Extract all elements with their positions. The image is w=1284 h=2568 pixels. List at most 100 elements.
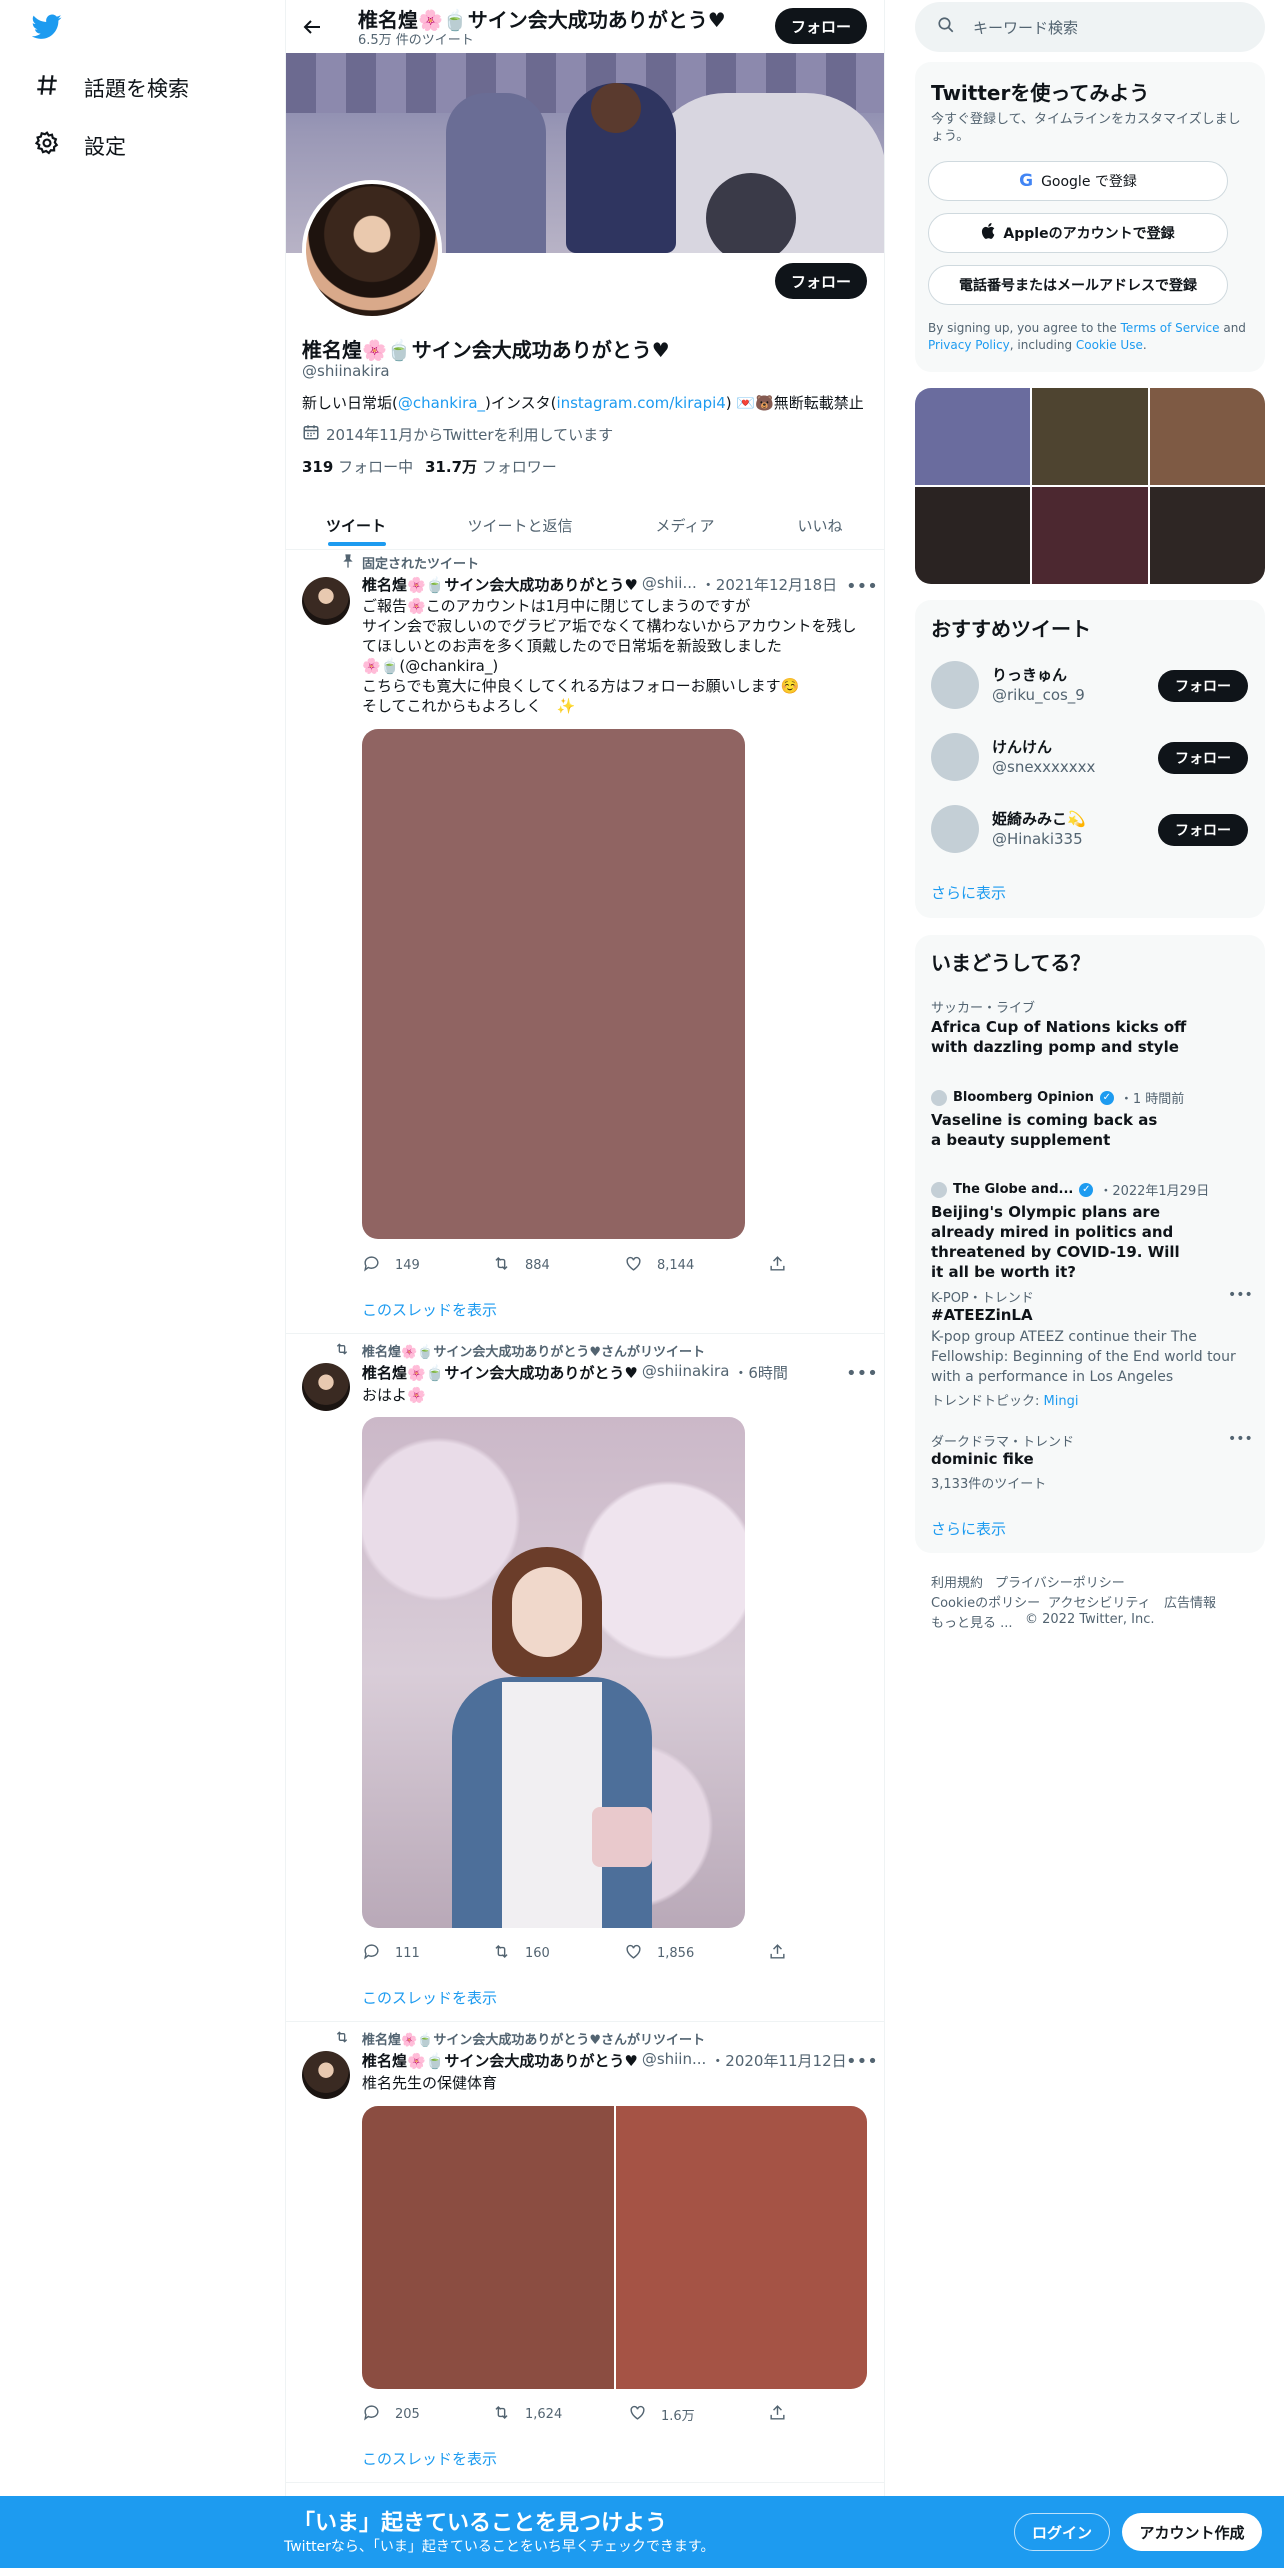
- footer-more[interactable]: もっと見る ...: [931, 1612, 1013, 1631]
- media-thumbnail[interactable]: [1149, 487, 1265, 584]
- tweet-author-handle[interactable]: @shii...: [642, 574, 697, 595]
- reply-button[interactable]: 111: [362, 1942, 420, 1965]
- login-button[interactable]: ログイン: [1014, 2513, 1110, 2551]
- tweet-author-handle[interactable]: @shiinakira: [642, 1362, 730, 1383]
- media-thumbnail[interactable]: [1032, 388, 1148, 485]
- profile-name: 椎名煌🌸🍵サイン会大成功ありがとう♥: [302, 338, 670, 362]
- header-follow-button[interactable]: フォロー: [775, 8, 867, 44]
- recommend-user-name[interactable]: りっきゅん: [992, 664, 1067, 685]
- profile-follow-button[interactable]: フォロー: [775, 263, 867, 299]
- trend-title[interactable]: Beijing's Olympic plans are already mire…: [931, 1202, 1181, 1282]
- footer-accessibility[interactable]: アクセシビリティ: [1048, 1592, 1151, 1611]
- footer-privacy[interactable]: プライバシーポリシー: [995, 1572, 1125, 1591]
- phone-email-signup-button[interactable]: 電話番号またはメールアドレスで登録: [928, 265, 1228, 305]
- trend-title[interactable]: Africa Cup of Nations kicks off with daz…: [931, 1017, 1191, 1057]
- user-avatar[interactable]: [931, 805, 979, 853]
- nav-settings[interactable]: 設定: [34, 130, 126, 161]
- media-thumbnail[interactable]: [915, 487, 1031, 584]
- search-box[interactable]: キーワード検索: [915, 2, 1265, 52]
- trend-more-icon[interactable]: •••: [1228, 1287, 1253, 1303]
- tweet-author-handle[interactable]: @shiin...: [642, 2050, 706, 2071]
- reply-count: 205: [395, 2407, 420, 2422]
- footer-terms[interactable]: 利用規約: [931, 1572, 983, 1591]
- trend-source: Bloomberg Opinion ✓ ・1 時間前: [931, 1088, 1184, 1107]
- tweet-media-left[interactable]: [362, 2106, 614, 2389]
- apple-signup-button[interactable]: Appleのアカウントで登録: [928, 213, 1228, 253]
- tweet-media-right[interactable]: [616, 2106, 867, 2389]
- retweet-count: 160: [525, 1946, 550, 1961]
- share-button[interactable]: [768, 1254, 787, 1277]
- show-thread-link[interactable]: このスレッドを表示: [362, 2448, 497, 2469]
- trend-title[interactable]: #ATEEZinLA: [931, 1305, 1221, 1325]
- reply-button[interactable]: 205: [362, 2403, 420, 2426]
- like-count: 1,856: [657, 1946, 695, 1961]
- recommend-user-name[interactable]: けんけん: [992, 736, 1052, 757]
- following-link[interactable]: 319 フォロー中: [302, 456, 413, 477]
- show-thread-link[interactable]: このスレッドを表示: [362, 1987, 497, 2008]
- bio-link-account[interactable]: @chankira_: [398, 394, 485, 412]
- tweet-text-line: そしてこれからもよろしく ✨: [362, 697, 576, 715]
- tweet-time[interactable]: ・2021年12月18日: [701, 574, 837, 595]
- footer-ads[interactable]: 広告情報: [1164, 1592, 1216, 1611]
- media-thumbnail[interactable]: [1032, 487, 1148, 584]
- more-options-icon[interactable]: •••: [846, 1363, 878, 1384]
- media-thumbnail[interactable]: [1149, 388, 1265, 485]
- share-button[interactable]: [768, 2403, 787, 2426]
- like-count: 8,144: [657, 1258, 695, 1273]
- share-button[interactable]: [768, 1942, 787, 1965]
- recommend-show-more[interactable]: さらに表示: [931, 882, 1006, 903]
- tweet-time[interactable]: ・2020年11月12日: [710, 2050, 846, 2071]
- privacy-link[interactable]: Privacy Policy: [928, 338, 1010, 352]
- user-avatar[interactable]: [931, 661, 979, 709]
- trend-topic-link[interactable]: Mingi: [1044, 1394, 1079, 1409]
- retweet-button[interactable]: 884: [492, 1254, 550, 1277]
- user-avatar[interactable]: [931, 733, 979, 781]
- recommend-user-name[interactable]: 姫綺みみこ💫: [992, 808, 1086, 829]
- apple-signup-label: Appleのアカウントで登録: [1003, 226, 1175, 242]
- trends-show-more[interactable]: さらに表示: [931, 1518, 1006, 1539]
- more-options-icon[interactable]: •••: [846, 576, 878, 597]
- tweet-time[interactable]: ・6時間: [733, 1362, 788, 1383]
- twitter-logo-icon[interactable]: [31, 14, 62, 44]
- media-thumbnail[interactable]: [915, 388, 1031, 485]
- tweet-author-name[interactable]: 椎名煌🌸🍵サイン会大成功ありがとう♥: [362, 1362, 638, 1383]
- followers-label: フォロワー: [481, 458, 557, 476]
- avatar[interactable]: [302, 577, 350, 625]
- recommend-follow-button[interactable]: フォロー: [1158, 814, 1248, 846]
- tab-tweets-replies[interactable]: ツイートと返信: [450, 500, 590, 550]
- trend-more-icon[interactable]: •••: [1228, 1431, 1253, 1447]
- tab-likes[interactable]: いいね: [770, 500, 870, 550]
- recommend-title: おすすめツイート: [931, 617, 1091, 641]
- tweet-author-name[interactable]: 椎名煌🌸🍵サイン会大成功ありがとう♥: [362, 574, 638, 595]
- search-input[interactable]: キーワード検索: [973, 17, 1078, 38]
- cookie-link[interactable]: Cookie Use: [1076, 338, 1143, 352]
- avatar[interactable]: [302, 2051, 350, 2099]
- google-signup-button[interactable]: G Google で登録: [928, 161, 1228, 201]
- avatar[interactable]: [302, 1363, 350, 1411]
- trend-title[interactable]: dominic fike: [931, 1449, 1221, 1469]
- tweet-media-photo[interactable]: [362, 1417, 745, 1928]
- tab-media[interactable]: メディア: [635, 500, 735, 550]
- show-thread-link[interactable]: このスレッドを表示: [362, 1299, 497, 1320]
- followers-link[interactable]: 31.7万 フォロワー: [425, 456, 557, 477]
- like-button[interactable]: 8,144: [624, 1254, 694, 1277]
- retweet-button[interactable]: 1,624: [492, 2403, 562, 2426]
- like-button[interactable]: 1,856: [624, 1942, 694, 1965]
- profile-avatar[interactable]: [302, 180, 442, 320]
- heart-icon: [628, 2403, 647, 2426]
- tweet-media[interactable]: [362, 729, 745, 1239]
- back-arrow-icon[interactable]: [300, 15, 324, 43]
- trend-title[interactable]: Vaseline is coming back as a beauty supp…: [931, 1110, 1161, 1150]
- reply-button[interactable]: 149: [362, 1254, 420, 1277]
- bio-link-instagram[interactable]: instagram.com/kirapi4: [556, 394, 725, 412]
- recommend-follow-button[interactable]: フォロー: [1158, 670, 1248, 702]
- like-button[interactable]: 1.6万: [628, 2403, 695, 2426]
- recommend-follow-button[interactable]: フォロー: [1158, 742, 1248, 774]
- create-account-button[interactable]: アカウント作成: [1122, 2513, 1262, 2551]
- tweet-author-name[interactable]: 椎名煌🌸🍵サイン会大成功ありがとう♥: [362, 2050, 638, 2071]
- nav-explore[interactable]: 話題を検索: [34, 72, 189, 103]
- footer-cookie[interactable]: Cookieのポリシー: [931, 1592, 1040, 1611]
- retweet-button[interactable]: 160: [492, 1942, 550, 1965]
- terms-link[interactable]: Terms of Service: [1121, 321, 1220, 335]
- more-options-icon[interactable]: •••: [846, 2051, 878, 2072]
